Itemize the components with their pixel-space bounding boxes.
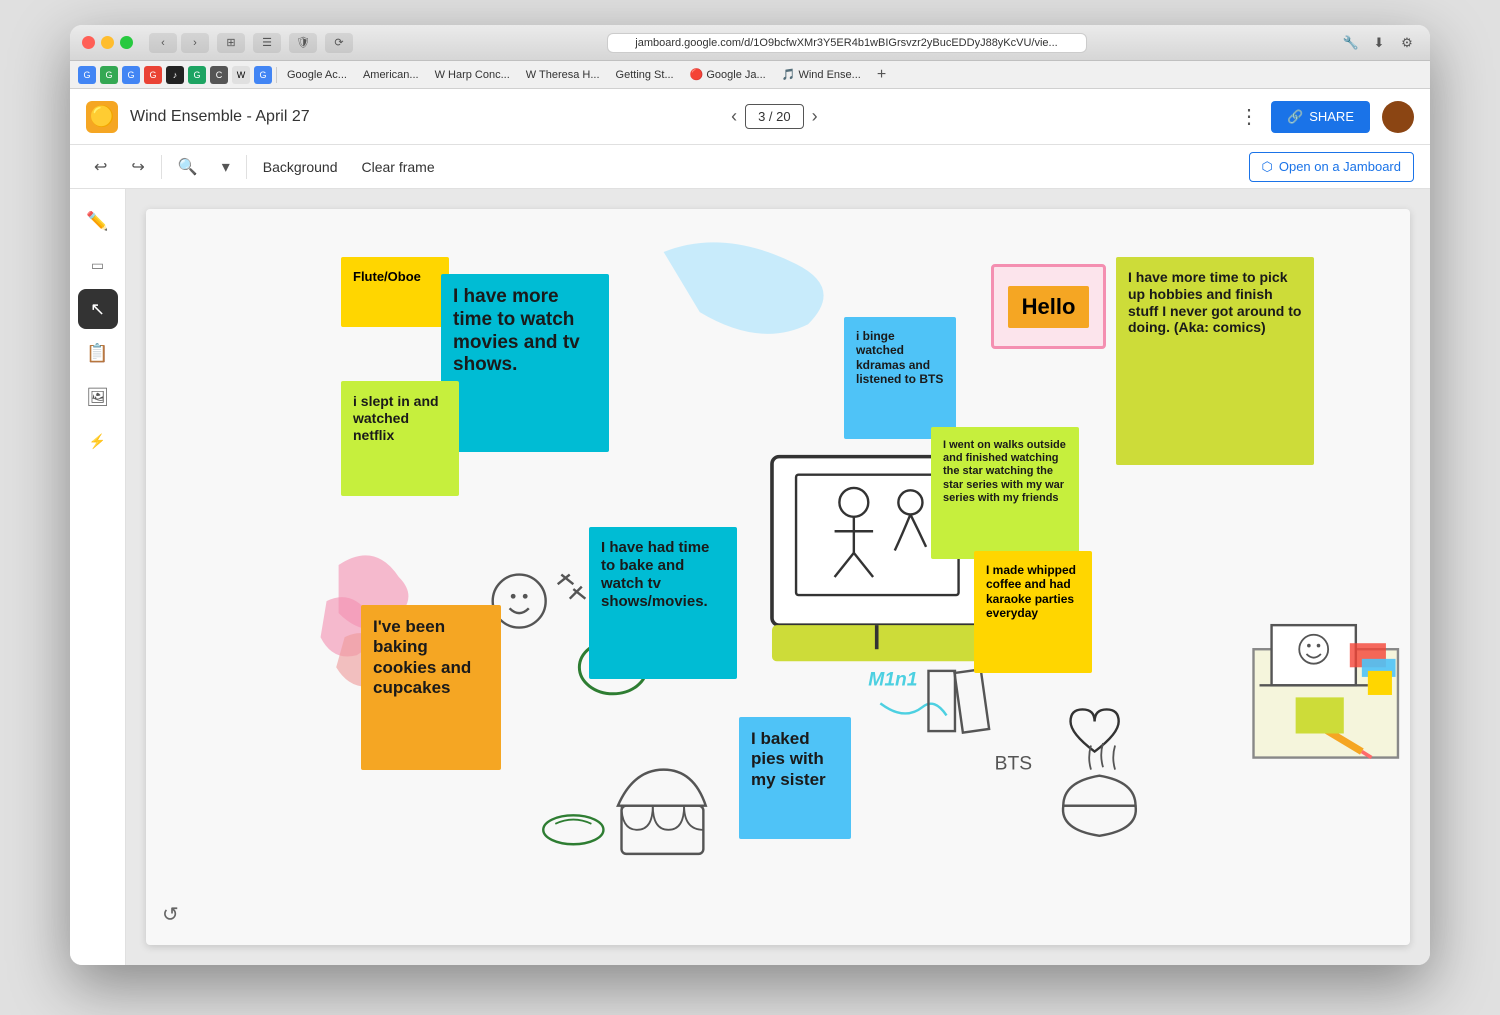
sticky-flute-oboe-text: Flute/Oboe (353, 269, 421, 284)
jamboard[interactable]: M1n1 BTS (146, 209, 1410, 945)
sticky-pies-text: I baked pies with my sister (751, 729, 826, 789)
main-window: ‹ › ⊞ ☰ 🛡 ⟳ jamboard.google.com/d/1O9bcf… (70, 25, 1430, 965)
bm-american[interactable]: American... (357, 67, 425, 83)
bm-google-ac[interactable]: Google Ac... (281, 67, 353, 83)
sticky-bake-watch-text: I have had time to bake and watch tv sho… (601, 539, 709, 610)
bm-getting[interactable]: Getting St... (610, 67, 680, 83)
share-label: SHARE (1309, 109, 1354, 124)
settings-icon[interactable]: ⚙ (1396, 32, 1418, 54)
main-content: ✏️ ▭ ↖ 📋 🖼 ⚡ (70, 189, 1430, 965)
sticky-hobbies[interactable]: I have more time to pick up hobbies and … (1116, 257, 1314, 465)
minimize-button[interactable] (101, 36, 114, 49)
sticky-coffee-text: I made whipped coffee and had karaoke pa… (986, 563, 1076, 620)
header-actions: ⋮ 🔗 SHARE (1239, 101, 1414, 133)
zoom-dropdown-button[interactable]: ▾ (214, 153, 238, 181)
bm-icon-5: ♪ (166, 66, 184, 84)
user-avatar[interactable] (1382, 101, 1414, 133)
app-header: 🟡 Wind Ensemble - April 27 ‹ 3 / 20 › ⋮ … (70, 89, 1430, 145)
sticky-bake-watch[interactable]: I have had time to bake and watch tv sho… (589, 527, 737, 679)
open-jamboard-button[interactable]: ⬡ Open on a Jamboard (1249, 152, 1415, 182)
refresh-button[interactable]: ⟳ (325, 33, 353, 53)
bm-icon-8: W (232, 66, 250, 84)
share-icon: 🔗 (1287, 109, 1303, 125)
prev-frame-button[interactable]: ‹ (731, 106, 737, 127)
svg-text:M1n1: M1n1 (868, 669, 917, 690)
sticky-note-tool[interactable]: 📋 (78, 333, 118, 373)
toolbar-separator-2 (246, 155, 247, 179)
app-title: Wind Ensemble - April 27 (130, 108, 310, 126)
open-jamboard-label: Open on a Jamboard (1279, 159, 1401, 174)
bm-icon-4: G (144, 66, 162, 84)
toolbar-separator-1 (161, 155, 162, 179)
sticky-slept-in[interactable]: i slept in and watched netflix (341, 381, 459, 496)
bm-icon-3: G (122, 66, 140, 84)
hello-text: Hello (1008, 286, 1090, 328)
svg-text:BTS: BTS (995, 754, 1032, 775)
nav-buttons: ‹ › (149, 33, 209, 53)
laser-tool[interactable]: ⚡ (78, 421, 118, 461)
sticky-more-time-movies[interactable]: I have more time to watch movies and tv … (441, 274, 609, 452)
bm-theresa[interactable]: W Theresa H... (520, 67, 606, 83)
toolbar-icons: 🔧 ⬇ ⚙ (1340, 32, 1418, 54)
sticky-slept-in-text: i slept in and watched netflix (353, 393, 439, 443)
undo-button[interactable]: ↩ (86, 153, 115, 181)
bookmarks-bar: G G G G ♪ G C W G Google Ac... American.… (70, 61, 1430, 89)
address-bar[interactable]: jamboard.google.com/d/1O9bcfwXMr3Y5ER4b1… (607, 33, 1087, 53)
sticky-binge-watched-text: i binge watched kdramas and listened to … (856, 329, 943, 386)
frame-nav: ‹ 3 / 20 › (731, 104, 818, 129)
maximize-button[interactable] (120, 36, 133, 49)
bm-google-ja[interactable]: 🔴 Google Ja... (684, 66, 772, 83)
close-button[interactable] (82, 36, 95, 49)
bm-separator (276, 67, 277, 83)
refresh-icon[interactable]: ↺ (162, 902, 179, 927)
redo-button[interactable]: ↪ (123, 153, 152, 181)
sticky-binge-watched[interactable]: i binge watched kdramas and listened to … (844, 317, 956, 439)
bm-icon-9: G (254, 66, 272, 84)
extensions-icon[interactable]: 🔧 (1340, 32, 1362, 54)
external-link-icon: ⬡ (1262, 159, 1273, 175)
app-logo: 🟡 (86, 101, 118, 133)
frame-indicator: 3 / 20 (745, 104, 804, 129)
traffic-lights (82, 36, 133, 49)
sticky-cookies[interactable]: I've been baking cookies and cupcakes (361, 605, 501, 770)
bm-icon-7: C (210, 66, 228, 84)
zoom-button[interactable]: 🔍 (170, 153, 206, 181)
sticky-cookies-text: I've been baking cookies and cupcakes (373, 617, 471, 697)
clear-frame-button[interactable]: Clear frame (353, 155, 442, 179)
sticky-pies[interactable]: I baked pies with my sister (739, 717, 851, 839)
pen-tool[interactable]: ✏️ (78, 201, 118, 241)
tab-overview-button[interactable]: ⊞ (217, 33, 245, 53)
image-tool[interactable]: 🖼 (78, 377, 118, 417)
bm-icon-6: G (188, 66, 206, 84)
share-button[interactable]: 🔗 SHARE (1271, 101, 1370, 133)
sticky-more-time-movies-text: I have more time to watch movies and tv … (453, 286, 580, 375)
back-button[interactable]: ‹ (149, 33, 177, 53)
bm-harp[interactable]: W Harp Conc... (429, 67, 516, 83)
more-options-button[interactable]: ⋮ (1239, 104, 1259, 129)
sidebar-button[interactable]: ☰ (253, 33, 281, 53)
titlebar: ‹ › ⊞ ☰ 🛡 ⟳ jamboard.google.com/d/1O9bcf… (70, 25, 1430, 61)
sticky-flute-oboe[interactable]: Flute/Oboe (341, 257, 449, 327)
forward-button[interactable]: › (181, 33, 209, 53)
next-frame-button[interactable]: › (812, 106, 818, 127)
sticky-walks[interactable]: I went on walks outside and finished wat… (931, 427, 1079, 559)
left-tools: ✏️ ▭ ↖ 📋 🖼 ⚡ (70, 189, 126, 965)
sticky-walks-text: I went on walks outside and finished wat… (943, 439, 1066, 504)
bm-add[interactable]: + (871, 64, 892, 86)
shield-icon[interactable]: 🛡 (289, 33, 317, 53)
bm-icon-2: G (100, 66, 118, 84)
sticky-hobbies-text: I have more time to pick up hobbies and … (1128, 269, 1301, 335)
background-button[interactable]: Background (255, 155, 346, 179)
hello-card[interactable]: Hello (991, 264, 1106, 349)
download-icon[interactable]: ⬇ (1368, 32, 1390, 54)
select-tool[interactable]: ↖ (78, 289, 118, 329)
bm-icon-1: G (78, 66, 96, 84)
eraser-tool[interactable]: ▭ (78, 245, 118, 285)
sticky-coffee[interactable]: I made whipped coffee and had karaoke pa… (974, 551, 1092, 673)
toolbar: ↩ ↪ 🔍 ▾ Background Clear frame ⬡ Open on… (70, 145, 1430, 189)
bm-wind[interactable]: 🎵 Wind Ense... (776, 66, 867, 83)
canvas-area: M1n1 BTS (126, 189, 1430, 965)
